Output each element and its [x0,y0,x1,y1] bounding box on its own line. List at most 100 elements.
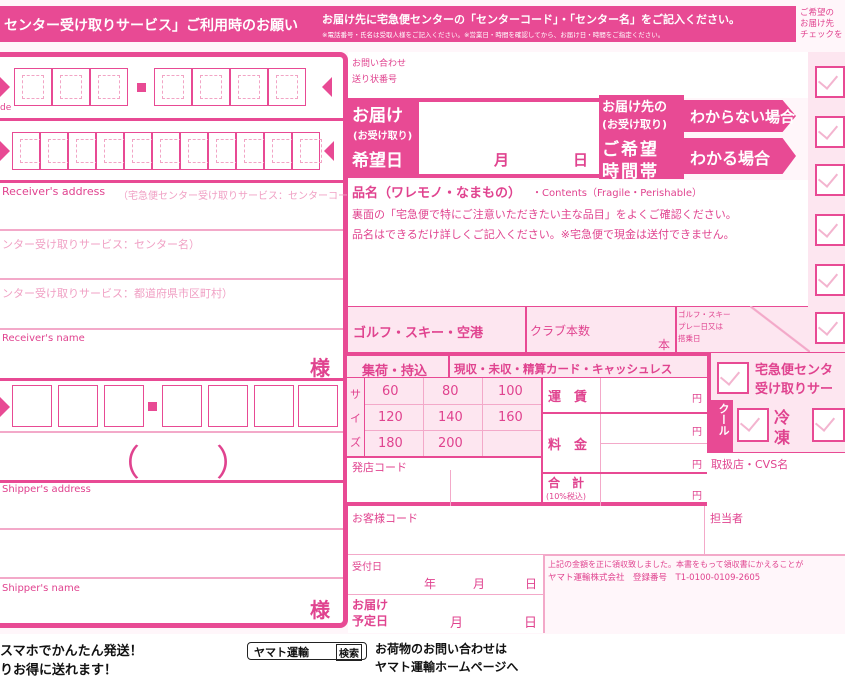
delivery-label-2: (お受け取り) [353,131,413,142]
code-digit-box[interactable] [236,132,266,170]
header-title-band: センター受け取りサービス」ご利用時のお願い [0,6,320,42]
option-checkbox[interactable] [815,214,845,246]
divider [0,118,343,121]
scheduled-month: 月 [450,616,464,631]
code-digit-box[interactable] [152,132,182,170]
code-digit-box[interactable] [154,68,192,106]
golf-label: ゴルフ・スキー・空港 [353,326,484,341]
rule [365,430,541,431]
promo-line-2: りお得に送れます！ [0,663,118,678]
phone-digit-box[interactable] [208,385,248,427]
divider [0,180,343,183]
search-label: 検索 [336,644,362,661]
code-digit-box[interactable] [192,68,230,106]
size-cell[interactable]: 180 [378,436,403,451]
delivery-day: 日 [573,151,589,169]
code-digit-box[interactable] [12,132,42,170]
center-service-checkbox[interactable] [717,362,749,394]
header-instruction-sub: ※電話番号・氏名は受取人様をご記入ください。※営業日・時間を確認してから、お届け… [322,31,665,39]
divider [0,480,343,483]
frozen-checkbox[interactable] [737,408,769,442]
size-cell[interactable]: 100 [498,384,523,399]
code-digit-box[interactable] [52,68,90,106]
code-digit-box[interactable] [208,132,238,170]
code-digit-box[interactable] [96,132,126,170]
receiver-address-label: Receiver's address [2,185,106,198]
rule [525,306,527,352]
left-arrow-marker [0,77,10,97]
inquiry-label-2: 送り状番号 [352,75,398,85]
scheduled-day: 日 [524,616,538,631]
rule [0,431,343,433]
refrigerated-checkbox[interactable] [812,408,845,442]
fare-label: 運 賃 [548,390,588,405]
size-header: 集荷・持込 [362,364,428,379]
phone-digit-box[interactable] [58,385,98,427]
code-digit-box[interactable] [68,132,98,170]
time-label-1: お届け先の [602,100,668,115]
club-unit: 本 [658,338,671,352]
size-vertical-2: イ [350,412,361,425]
phone-digit-box[interactable] [12,385,52,427]
delivery-month: 月 [494,151,510,169]
size-vertical-1: サ [350,388,361,401]
footer-inquiry-1: お荷物のお問い合わせは [375,642,508,656]
header-instruction-band: お届け先に宅急便センターの「センターコード」・「センター名」をご記入ください。 … [318,6,796,42]
code-digit-box[interactable] [180,132,210,170]
shipper-name-label: Shipper's name [2,583,80,594]
header-title: センター受け取りサービス」ご利用時のお願い [4,18,298,34]
shipper-address-label: Shipper's address [2,484,91,495]
code-digit-box[interactable] [14,68,52,106]
search-box[interactable]: ヤマト運輸 検索 [247,642,367,661]
header-instruction: お届け先に宅急便センターの「センターコード」・「センター名」をご記入ください。 [322,13,740,26]
rule [482,378,483,456]
accepted-year: 年 [424,577,437,591]
option-checkbox[interactable] [815,312,845,344]
size-cell[interactable]: 120 [378,410,403,425]
size-vertical-3: ズ [350,436,361,449]
size-cell[interactable]: 60 [382,384,399,399]
scheduled-label-1: お届け [352,598,389,612]
code-digit-box[interactable] [230,68,268,106]
rule [0,577,343,579]
frozen-2: 凍 [774,428,791,447]
center-service-2: 受け取りサー [755,382,834,397]
time-label-2: (お受け取り) [602,118,668,131]
phone-digit-box[interactable] [104,385,144,427]
code-digit-box[interactable] [90,68,128,106]
code-digit-box[interactable] [124,132,154,170]
phone-digit-box[interactable] [298,385,338,427]
rule [543,555,545,633]
tax-note: (10%税込) [546,492,587,501]
option-checkbox[interactable] [815,164,845,196]
code-digit-box[interactable] [40,132,70,170]
size-cell[interactable]: 80 [442,384,459,399]
payment-methods: 現収・未収・精算カード・キャッシュレス [454,362,673,376]
delivery-slip: センター受け取りサービス」ご利用時のお願い お届け先に宅急便センターの「センター… [0,0,845,684]
rule [423,378,424,456]
code-digit-box[interactable] [268,68,306,106]
size-cell[interactable]: 200 [438,436,463,451]
paren-open: （ [104,443,141,484]
phone-digit-box[interactable] [254,385,294,427]
code-digit-box[interactable] [292,132,322,170]
customer-code-label: お客様コード [352,512,418,525]
staff-label: 担当者 [710,512,743,525]
option-checkbox[interactable] [815,116,845,148]
size-cell[interactable]: 140 [438,410,463,425]
fee-yen-2: 円 [692,460,702,471]
right-arrow-marker [322,77,332,97]
origin-code-label: 発店コード [352,461,407,474]
delivery-label-3: 希望日 [352,151,403,171]
item-note-2: 品名はできるだけ詳しくご記入ください。※宅急便で現金は送付できません。 [352,228,735,241]
size-cell[interactable]: 160 [498,410,523,425]
phone-digit-box[interactable] [162,385,202,427]
option-checkbox[interactable] [815,66,845,98]
separator-dot [137,83,146,92]
code-digit-box[interactable] [264,132,294,170]
delivery-label-1: お届け [352,106,403,126]
inquiry-area [348,52,808,98]
play-date-2: プレー日又は [678,322,723,331]
option-checkbox[interactable] [815,264,845,296]
handling-store-label: 取扱店・CVS名 [711,458,789,471]
